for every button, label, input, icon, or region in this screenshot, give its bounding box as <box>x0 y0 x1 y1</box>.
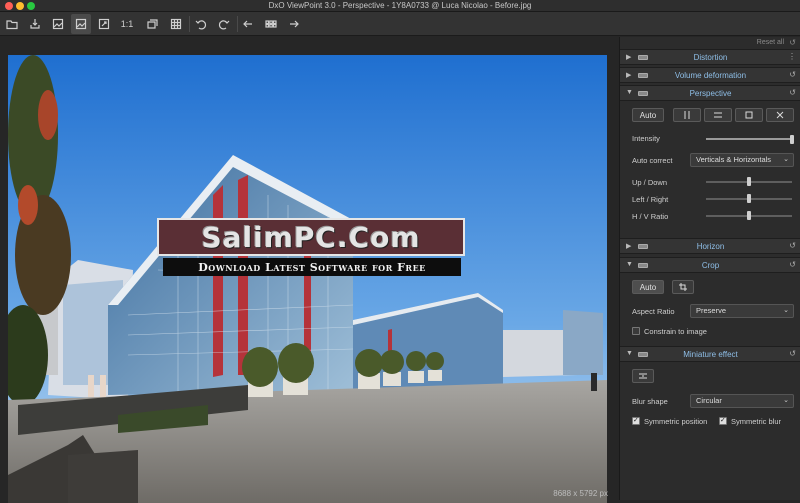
image-size-readout: 8688 x 5792 px <box>553 489 608 498</box>
section-title: Volume deformation <box>674 71 747 80</box>
compare-icon[interactable] <box>142 14 162 34</box>
reset-icon[interactable]: ↺ <box>789 260 796 269</box>
reset-icon[interactable]: ↺ <box>789 70 796 79</box>
left-right-label: Left / Right <box>632 195 669 204</box>
section-horizon[interactable]: ▶ Horizon ↺ <box>620 238 800 254</box>
blur-zone-icon[interactable] <box>632 369 654 383</box>
reset-icon[interactable]: ↺ <box>789 88 796 97</box>
section-title: Miniature effect <box>683 350 738 359</box>
rectangle-icon[interactable] <box>735 108 763 122</box>
fit-to-screen-icon[interactable] <box>94 14 114 34</box>
blur-shape-label: Blur shape <box>632 397 668 406</box>
intensity-slider[interactable] <box>706 135 794 144</box>
reset-all-button[interactable]: Reset all <box>757 39 784 46</box>
symmetric-blur-checkbox[interactable] <box>719 416 727 425</box>
section-title: Horizon <box>696 242 725 251</box>
blur-shape-select[interactable]: Circular ⌄ <box>690 394 794 408</box>
menu-icon[interactable]: ⋮ <box>788 52 796 61</box>
reset-icon[interactable]: ↺ <box>789 38 796 47</box>
section-volume-deformation[interactable]: ▶ Volume deformation ↺ <box>620 67 800 83</box>
watermark-subtitle: Download Latest Software for Free <box>198 260 426 274</box>
reset-icon[interactable]: ↺ <box>789 349 796 358</box>
watermark-title: SalimPC.Com <box>201 220 421 254</box>
section-title: Perspective <box>689 89 732 98</box>
up-down-slider[interactable] <box>706 177 792 186</box>
chevron-down-icon: ⌄ <box>783 397 789 404</box>
symmetric-blur-label: Symmetric blur <box>731 417 782 426</box>
section-miniature-effect[interactable]: ▼ Miniature effect ↺ <box>620 346 800 362</box>
next-icon[interactable] <box>284 14 304 34</box>
filmstrip-icon[interactable] <box>261 14 281 34</box>
window-title: DxO ViewPoint 3.0 - Perspective - 1Y8A07… <box>268 1 532 10</box>
crop-auto-button[interactable]: Auto <box>632 280 664 294</box>
vertical-lines-icon[interactable] <box>673 108 701 122</box>
grid-icon[interactable] <box>166 14 186 34</box>
watermark: SalimPC.Com Download Latest Software for… <box>157 218 465 278</box>
hv-ratio-slider[interactable] <box>706 211 792 220</box>
section-crop[interactable]: ▼ Crop ↺ <box>620 257 800 273</box>
perspective-auto-button[interactable]: Auto <box>632 108 664 122</box>
image-before-icon[interactable] <box>48 14 68 34</box>
symmetric-position-checkbox[interactable] <box>632 416 640 425</box>
open-folder-icon[interactable] <box>2 14 22 34</box>
intensity-label: Intensity <box>632 134 660 143</box>
section-distortion[interactable]: ▶ Distortion ⋮ <box>620 49 800 65</box>
constrain-label: Constrain to image <box>644 327 707 336</box>
image-after-icon[interactable] <box>71 14 91 34</box>
chevron-down-icon: ⌄ <box>783 156 789 163</box>
rotate-left-icon[interactable] <box>191 14 211 34</box>
horizontal-lines-icon[interactable] <box>704 108 732 122</box>
eight-points-icon[interactable] <box>766 108 794 122</box>
zoom-100-button[interactable]: 1:1 <box>117 14 137 34</box>
constrain-checkbox[interactable] <box>632 327 640 335</box>
crop-tool-icon[interactable] <box>672 280 694 294</box>
up-down-label: Up / Down <box>632 178 668 187</box>
left-right-slider[interactable] <box>706 194 792 203</box>
photo[interactable] <box>8 55 607 503</box>
symmetric-position-label: Symmetric position <box>644 417 708 426</box>
section-perspective[interactable]: ▼ Perspective ↺ <box>620 85 800 101</box>
toolbar: 1:1 <box>0 12 800 36</box>
rotate-right-icon[interactable] <box>214 14 234 34</box>
section-title: Crop <box>701 261 720 270</box>
previous-icon[interactable] <box>238 14 258 34</box>
section-title: Distortion <box>693 53 728 62</box>
export-icon[interactable] <box>25 14 45 34</box>
reset-icon[interactable]: ↺ <box>789 241 796 250</box>
aspect-ratio-select[interactable]: Preserve ⌄ <box>690 304 794 318</box>
tools-panel: Reset all ↺ ▶ Distortion ⋮ ▶ Volume defo… <box>619 37 800 500</box>
title-bar: DxO ViewPoint 3.0 - Perspective - 1Y8A07… <box>0 0 800 12</box>
chevron-down-icon: ⌄ <box>783 307 789 314</box>
aspect-ratio-label: Aspect Ratio <box>632 307 675 316</box>
auto-correct-select[interactable]: Verticals & Horizontals ⌄ <box>690 153 794 167</box>
hv-ratio-label: H / V Ratio <box>632 212 669 221</box>
auto-correct-label: Auto correct <box>632 156 673 165</box>
